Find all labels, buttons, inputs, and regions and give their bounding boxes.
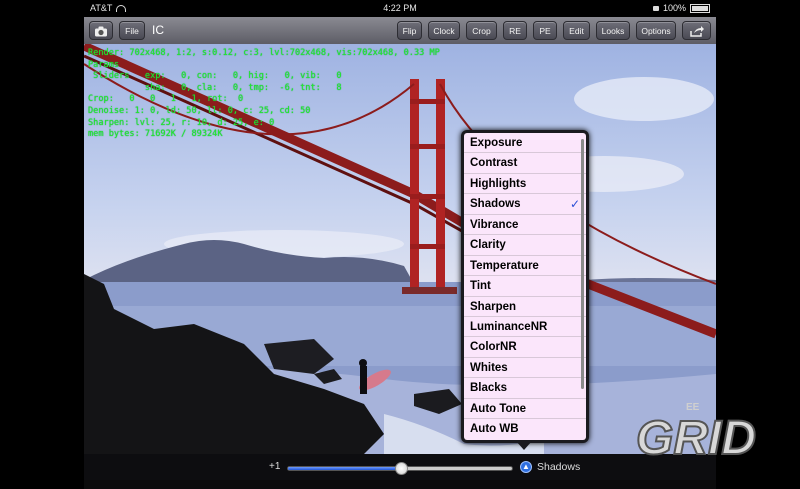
info-line: Render: 702x468, 1:2, s:0.12, c:3, lvl:7…: [88, 48, 440, 58]
menu-item-blacks[interactable]: Blacks: [464, 378, 586, 399]
app-title: IC: [152, 23, 164, 37]
menu-item-vibrance[interactable]: Vibrance: [464, 215, 586, 236]
info-line: Sharpen: lvl: 25, r: 10, d: 25, e: 0: [88, 117, 275, 128]
selected-adjustment-label[interactable]: Shadows: [537, 461, 580, 473]
slider-fill: [288, 467, 400, 470]
battery-icon: [690, 4, 710, 14]
menu-item-whites[interactable]: Whites: [464, 358, 586, 379]
render-info-overlay: Render: 702x468, 1:2, s:0.12, c:3, lvl:7…: [88, 48, 440, 141]
lock-icon: [652, 6, 659, 12]
menu-item-exposure[interactable]: Exposure: [464, 133, 586, 154]
menu-item-sharpen[interactable]: Sharpen: [464, 297, 586, 317]
menu-item-temperature[interactable]: Temperature: [464, 256, 586, 277]
menu-scrollbar[interactable]: [581, 139, 584, 389]
menu-item-shadows[interactable]: Shadows ✓: [464, 194, 586, 215]
slider-value: +1: [269, 461, 281, 472]
adjustment-slider-bar: +1 ▲ Shadows: [84, 454, 716, 480]
watermark-text: GRID: [636, 412, 756, 460]
menu-item-clarity[interactable]: Clarity: [464, 235, 586, 256]
menu-item-highlights[interactable]: Highlights: [464, 174, 586, 195]
clock-button[interactable]: Clock: [428, 21, 460, 40]
share-icon: [689, 26, 704, 37]
menu-item-auto-tone[interactable]: Auto Tone: [464, 399, 586, 420]
status-bar: AT&T 4:22 PM 100%: [84, 0, 716, 17]
info-line: Sliders exp: 0, con: 0, hig: 0, vib: 0: [88, 71, 342, 82]
pe-button[interactable]: PE: [533, 21, 557, 40]
menu-item-auto-wb[interactable]: Auto WB: [464, 419, 586, 439]
info-line: mem bytes: 71692K / 89324K: [88, 129, 223, 140]
battery-percent: 100%: [662, 3, 686, 13]
chevron-up-icon: ▲: [522, 462, 530, 471]
crop-button[interactable]: Crop: [466, 21, 497, 40]
info-line: Denoise: 1: 0, ld: 50, ll: 0, c: 25, cd:…: [88, 105, 311, 116]
looks-button[interactable]: Looks: [596, 21, 630, 40]
adjustment-menu: Exposure Contrast Highlights Shadows ✓ Vi…: [461, 130, 589, 443]
slider-thumb[interactable]: [395, 462, 408, 475]
edit-button[interactable]: Edit: [563, 21, 590, 40]
adjustment-picker-button[interactable]: ▲: [520, 461, 532, 473]
ipad-screen: AT&T 4:22 PM 100% File IC Flip Clock Cro…: [84, 0, 716, 489]
info-line: sha: 0, cla: 0, tmp: -6, tnt: 8: [88, 82, 342, 93]
share-button[interactable]: [682, 21, 711, 40]
menu-item-contrast[interactable]: Contrast: [464, 153, 586, 174]
checkmark-icon: ✓: [569, 197, 580, 212]
camera-icon: [95, 26, 107, 37]
photo-canvas[interactable]: Render: 702x468, 1:2, s:0.12, c:3, lvl:7…: [84, 44, 716, 454]
options-button[interactable]: Options: [636, 21, 676, 40]
menu-item-colornr[interactable]: ColorNR: [464, 337, 586, 358]
menu-item-tint[interactable]: Tint: [464, 276, 586, 297]
file-button[interactable]: File: [119, 21, 145, 40]
re-button[interactable]: RE: [503, 21, 527, 40]
top-toolbar: File IC Flip Clock Crop RE PE Edit Looks…: [84, 17, 716, 45]
grid-watermark-logo: EE GRID: [635, 402, 757, 460]
info-line: Crop: 0 0 1 1, rot: 0: [88, 94, 244, 105]
flip-button[interactable]: Flip: [397, 21, 422, 40]
info-line: Params: [88, 59, 120, 70]
adjustment-slider[interactable]: [287, 462, 513, 475]
status-time: 4:22 PM: [383, 3, 417, 13]
menu-item-luminancenr[interactable]: LuminanceNR: [464, 317, 586, 338]
menu-pointer: [516, 441, 532, 450]
camera-button[interactable]: [89, 21, 113, 40]
